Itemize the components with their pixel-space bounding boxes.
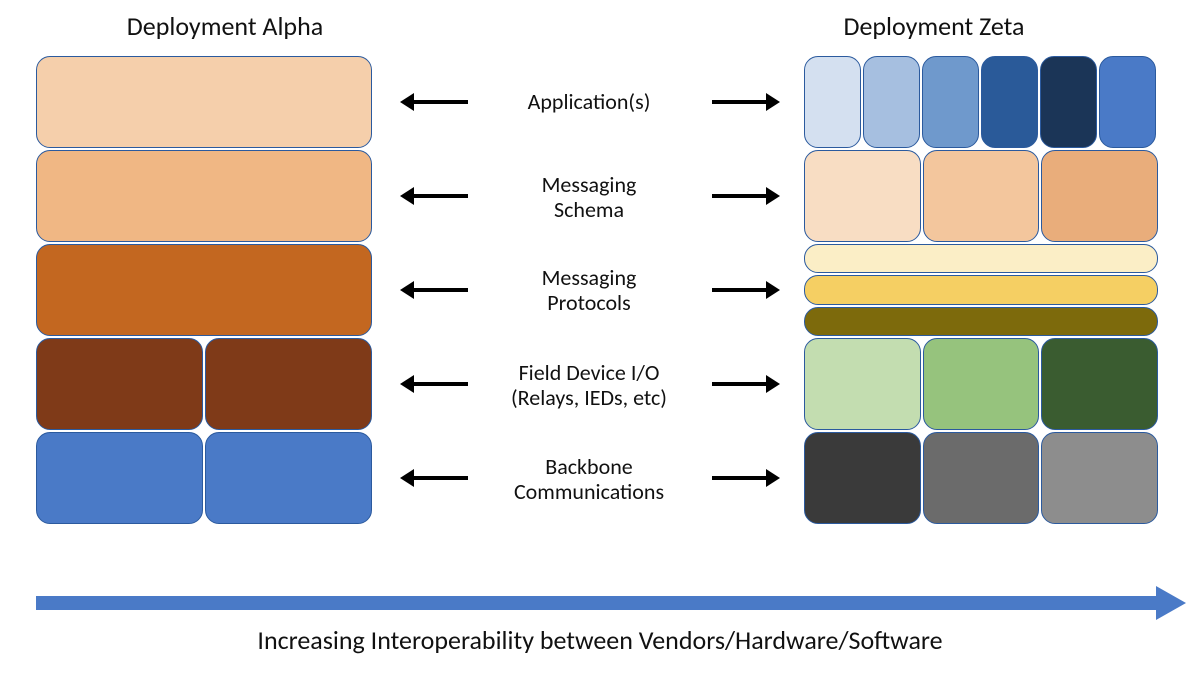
zeta-schema-block-1 [804,150,921,242]
zeta-app-block-4 [981,56,1038,148]
zeta-protocol-block-1 [804,244,1158,273]
alpha-block-backbone-1 [36,432,203,524]
arrow-right-3 [712,288,766,292]
zeta-protocol-block-2 [804,275,1158,304]
arrow-right-1 [712,100,766,104]
layer-label-applications: Application(s) [474,89,704,114]
layer-label-messaging-schema: Messaging Schema [474,172,704,223]
zeta-field-block-2 [923,338,1040,430]
alpha-row-1 [36,56,372,148]
zeta-row-4 [804,338,1158,430]
arrow-right-4 [712,382,766,386]
zeta-field-block-3 [1041,338,1158,430]
layer-label-messaging-protocols-line2: Protocols [547,289,630,316]
zeta-protocol-block-3 [804,307,1158,336]
zeta-row-2 [804,150,1158,242]
alpha-row-2 [36,150,372,242]
alpha-row-3 [36,244,372,336]
layer-label-field-device-line1: Field Device I/O [519,359,660,386]
alpha-row-5 [36,432,372,524]
zeta-row-5 [804,432,1158,524]
zeta-backbone-block-3 [1041,432,1158,524]
layer-label-backbone-line1: Backbone [545,453,632,480]
zeta-app-block-3 [922,56,979,148]
arrow-left-2 [414,194,468,198]
alpha-row-4 [36,338,372,430]
alpha-block-field-device-1 [36,338,203,430]
title-zeta: Deployment Zeta [804,10,1064,42]
zeta-row-1 [804,56,1158,148]
arrow-left-5 [414,476,468,480]
zeta-app-block-2 [863,56,920,148]
arrow-left-3 [414,288,468,292]
layer-label-messaging-schema-line1: Messaging [542,171,637,198]
zeta-row-3 [804,244,1158,336]
layer-label-backbone-line2: Communications [514,478,664,505]
interoperability-arrow-head [1156,586,1186,620]
arrow-right-5 [712,476,766,480]
alpha-block-applications [36,56,372,148]
layer-label-messaging-schema-line2: Schema [554,196,624,223]
arrow-left-1 [414,100,468,104]
alpha-block-messaging-schema [36,150,372,242]
zeta-schema-block-2 [923,150,1040,242]
layer-label-backbone: Backbone Communications [474,454,704,505]
zeta-backbone-block-1 [804,432,921,524]
alpha-stack [36,56,372,524]
layer-label-field-device-line2: (Relays, IEDs, etc) [511,384,667,411]
arrow-right-2 [712,194,766,198]
alpha-block-backbone-2 [205,432,372,524]
layer-label-messaging-protocols: Messaging Protocols [474,265,704,316]
zeta-schema-block-3 [1041,150,1158,242]
arrow-left-4 [414,382,468,386]
interoperability-caption: Increasing Interoperability between Vend… [140,624,1060,656]
zeta-app-block-5 [1040,56,1097,148]
zeta-field-block-1 [804,338,921,430]
zeta-app-block-1 [804,56,861,148]
zeta-stack [804,56,1158,524]
interoperability-arrow-shaft [36,596,1156,610]
alpha-block-messaging-protocols [36,244,372,336]
zeta-app-block-6 [1099,56,1156,148]
title-alpha: Deployment Alpha [95,10,355,42]
zeta-backbone-block-2 [923,432,1040,524]
layer-label-messaging-protocols-line1: Messaging [542,264,637,291]
alpha-block-field-device-2 [205,338,372,430]
layer-label-field-device: Field Device I/O (Relays, IEDs, etc) [474,360,704,411]
